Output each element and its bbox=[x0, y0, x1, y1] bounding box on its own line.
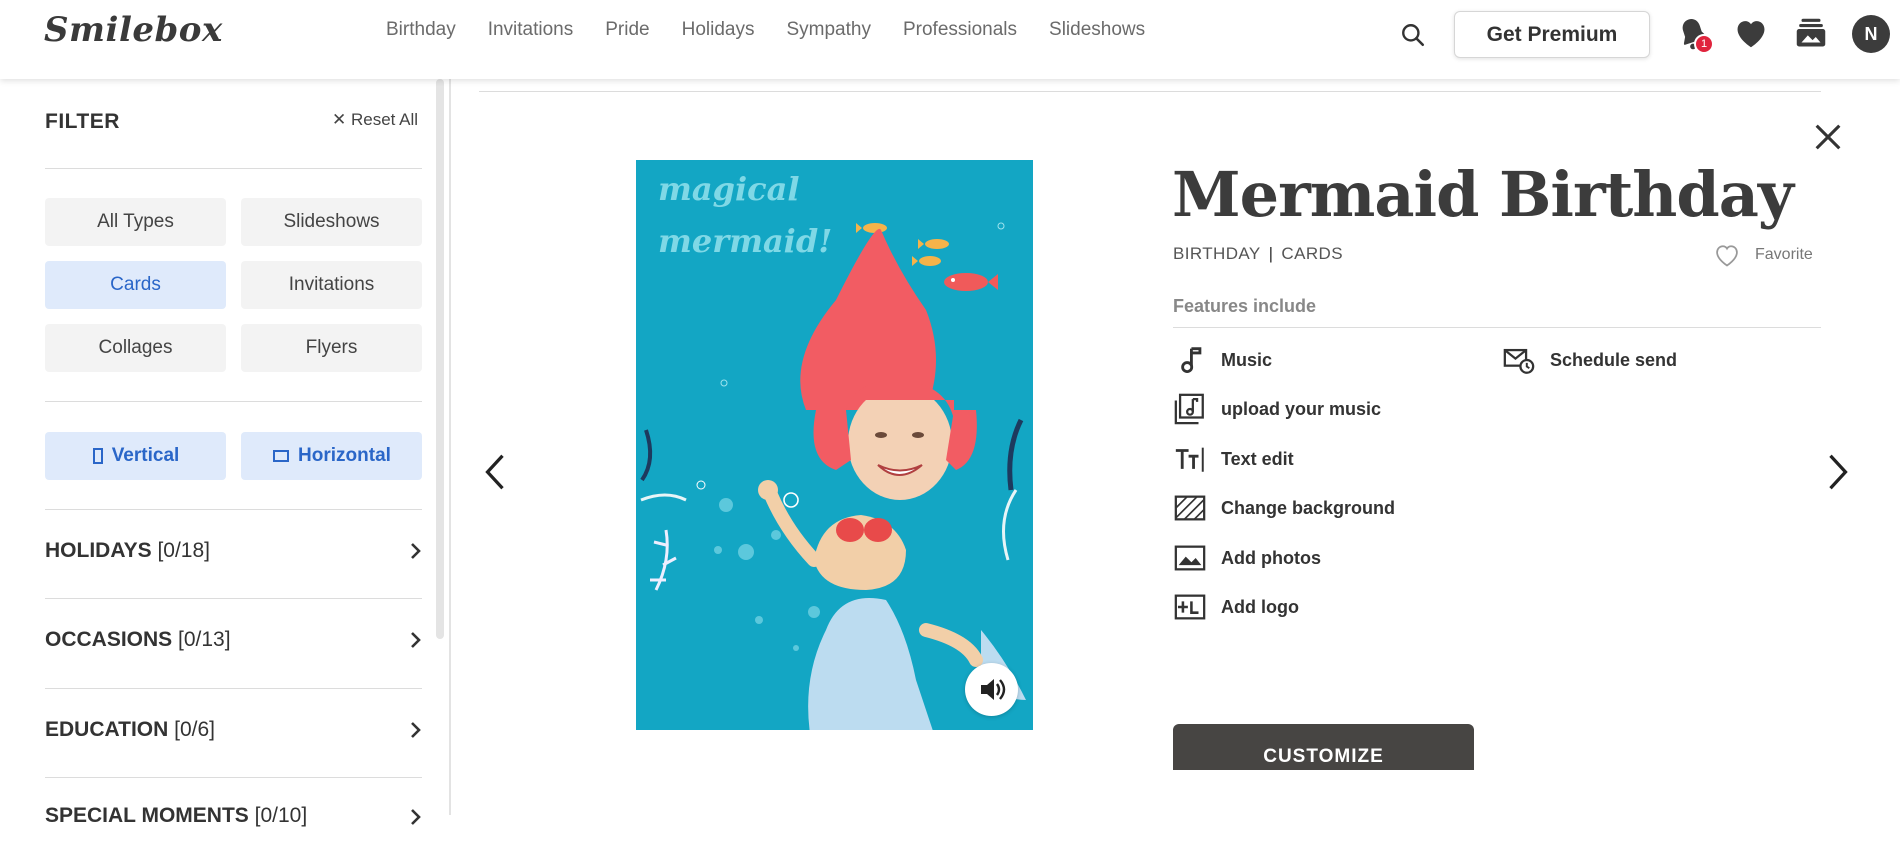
section-label: HOLIDAYS [0/18] bbox=[45, 539, 210, 563]
vertical-rect-icon bbox=[92, 448, 103, 464]
card-category: BIRTHDAY | CARDS bbox=[1173, 244, 1343, 264]
section-label: OCCASIONS [0/13] bbox=[45, 628, 231, 652]
favorite-label: Favorite bbox=[1755, 246, 1813, 263]
background-icon bbox=[1174, 495, 1206, 521]
orientation-horizontal-label: Horizontal bbox=[298, 445, 391, 466]
type-slideshows[interactable]: Slideshows bbox=[241, 198, 422, 246]
photo-icon bbox=[1174, 545, 1206, 571]
favorite-button[interactable]: Favorite bbox=[1713, 242, 1813, 268]
feature-music: Music bbox=[1173, 343, 1272, 377]
my-creations-icon[interactable] bbox=[1792, 14, 1830, 52]
horizontal-rect-icon bbox=[273, 450, 290, 462]
feature-label: Text edit bbox=[1221, 448, 1294, 469]
feature-label: Change background bbox=[1221, 497, 1396, 518]
main-nav: Birthday Invitations Pride Holidays Symp… bbox=[370, 0, 1161, 60]
nav-invitations[interactable]: Invitations bbox=[488, 19, 574, 41]
type-flyers[interactable]: Flyers bbox=[241, 324, 422, 372]
preview-text-1: magical bbox=[658, 170, 800, 208]
feature-label: upload your music bbox=[1221, 398, 1382, 419]
section-count: [0/6] bbox=[174, 718, 215, 741]
add-logo-icon bbox=[1174, 594, 1206, 620]
feature-change-background: Change background bbox=[1173, 491, 1395, 525]
favorites-heart-icon[interactable] bbox=[1732, 14, 1770, 52]
sound-toggle-button[interactable] bbox=[965, 663, 1018, 716]
detail-top-divider bbox=[479, 91, 1821, 92]
schedule-send-icon bbox=[1503, 348, 1535, 374]
nav-slideshows[interactable]: Slideshows bbox=[1049, 19, 1145, 41]
feature-add-photos: Add photos bbox=[1173, 541, 1321, 575]
type-all-types[interactable]: All Types bbox=[45, 198, 226, 246]
heart-outline-icon bbox=[1716, 245, 1738, 267]
section-count: [0/18] bbox=[157, 539, 210, 562]
chevron-right-icon bbox=[411, 809, 421, 825]
speaker-icon bbox=[981, 679, 1006, 700]
chevron-right-icon[interactable] bbox=[1825, 452, 1851, 492]
section-label: EDUCATION [0/6] bbox=[45, 718, 215, 742]
nav-holidays[interactable]: Holidays bbox=[682, 19, 755, 41]
card-preview[interactable]: magical mermaid! bbox=[636, 160, 1033, 730]
feature-add-logo: Add logo bbox=[1173, 590, 1299, 624]
filter-section-special-moments[interactable]: SPECIAL MOMENTS [0/10] bbox=[45, 774, 422, 864]
category-separator: | bbox=[1268, 244, 1274, 263]
section-name: OCCASIONS bbox=[45, 628, 173, 651]
footer-mask bbox=[1150, 770, 1510, 815]
upload-music-icon bbox=[1174, 393, 1204, 425]
sidebar-scrollbar[interactable] bbox=[436, 79, 444, 639]
section-name: EDUCATION bbox=[45, 718, 169, 741]
preview-text-2: mermaid! bbox=[658, 222, 832, 260]
reset-all-link[interactable]: ✕ Reset All bbox=[332, 110, 418, 130]
divider bbox=[45, 401, 422, 402]
type-invitations[interactable]: Invitations bbox=[241, 261, 422, 309]
feature-upload-music: upload your music bbox=[1173, 392, 1381, 426]
music-note-icon bbox=[1181, 347, 1202, 374]
filter-section-education[interactable]: EDUCATION [0/6] bbox=[45, 685, 422, 775]
features-divider bbox=[1173, 327, 1821, 328]
type-link[interactable]: CARDS bbox=[1281, 244, 1343, 264]
filter-section-holidays[interactable]: HOLIDAYS [0/18] bbox=[45, 506, 422, 596]
section-count: [0/13] bbox=[178, 628, 231, 651]
nav-pride[interactable]: Pride bbox=[605, 19, 649, 41]
close-icon: ✕ bbox=[332, 110, 351, 129]
chevron-right-icon bbox=[411, 632, 421, 648]
feature-schedule-send: Schedule send bbox=[1502, 343, 1677, 377]
feature-text-edit: Text edit bbox=[1173, 442, 1294, 476]
chevron-right-icon bbox=[411, 543, 421, 559]
orientation-horizontal[interactable]: Horizontal bbox=[241, 432, 422, 480]
section-name: SPECIAL MOMENTS bbox=[45, 804, 249, 827]
nav-birthday[interactable]: Birthday bbox=[386, 19, 456, 41]
features-heading: Features include bbox=[1173, 296, 1317, 316]
chevron-right-icon bbox=[411, 722, 421, 738]
top-bar: Smilebox Birthday Invitations Pride Holi… bbox=[0, 0, 1900, 79]
text-edit-icon bbox=[1175, 447, 1204, 472]
section-label: SPECIAL MOMENTS [0/10] bbox=[45, 804, 307, 828]
nav-sympathy[interactable]: Sympathy bbox=[786, 19, 870, 41]
feature-label: Music bbox=[1221, 349, 1273, 370]
get-premium-button[interactable]: Get Premium bbox=[1454, 11, 1650, 58]
card-title: Mermaid Birthday bbox=[1172, 158, 1794, 231]
feature-label: Add photos bbox=[1221, 547, 1321, 568]
type-cards[interactable]: Cards bbox=[45, 261, 226, 309]
orientation-vertical[interactable]: Vertical bbox=[45, 432, 226, 480]
section-name: HOLIDAYS bbox=[45, 539, 152, 562]
mermaid-illustration: magical mermaid! bbox=[640, 170, 1026, 730]
filter-title: FILTER bbox=[45, 110, 120, 133]
filter-section-occasions[interactable]: OCCASIONS [0/13] bbox=[45, 595, 422, 685]
nav-professionals[interactable]: Professionals bbox=[903, 19, 1017, 41]
chevron-left-icon[interactable] bbox=[482, 452, 508, 492]
notification-badge: 1 bbox=[1694, 34, 1714, 54]
search-icon[interactable] bbox=[1400, 22, 1426, 48]
user-avatar[interactable]: N bbox=[1852, 15, 1890, 53]
close-icon[interactable] bbox=[1811, 120, 1845, 154]
divider bbox=[45, 168, 422, 169]
category-link[interactable]: BIRTHDAY bbox=[1173, 244, 1261, 264]
reset-all-label: Reset All bbox=[350, 110, 419, 129]
type-collages[interactable]: Collages bbox=[45, 324, 226, 372]
smilebox-logo[interactable]: Smilebox bbox=[44, 10, 223, 50]
orientation-vertical-label: Vertical bbox=[111, 445, 180, 466]
section-count: [0/10] bbox=[254, 804, 308, 827]
sidebar-divider bbox=[449, 79, 451, 815]
feature-label: Schedule send bbox=[1550, 349, 1678, 370]
feature-label: Add logo bbox=[1221, 596, 1299, 617]
